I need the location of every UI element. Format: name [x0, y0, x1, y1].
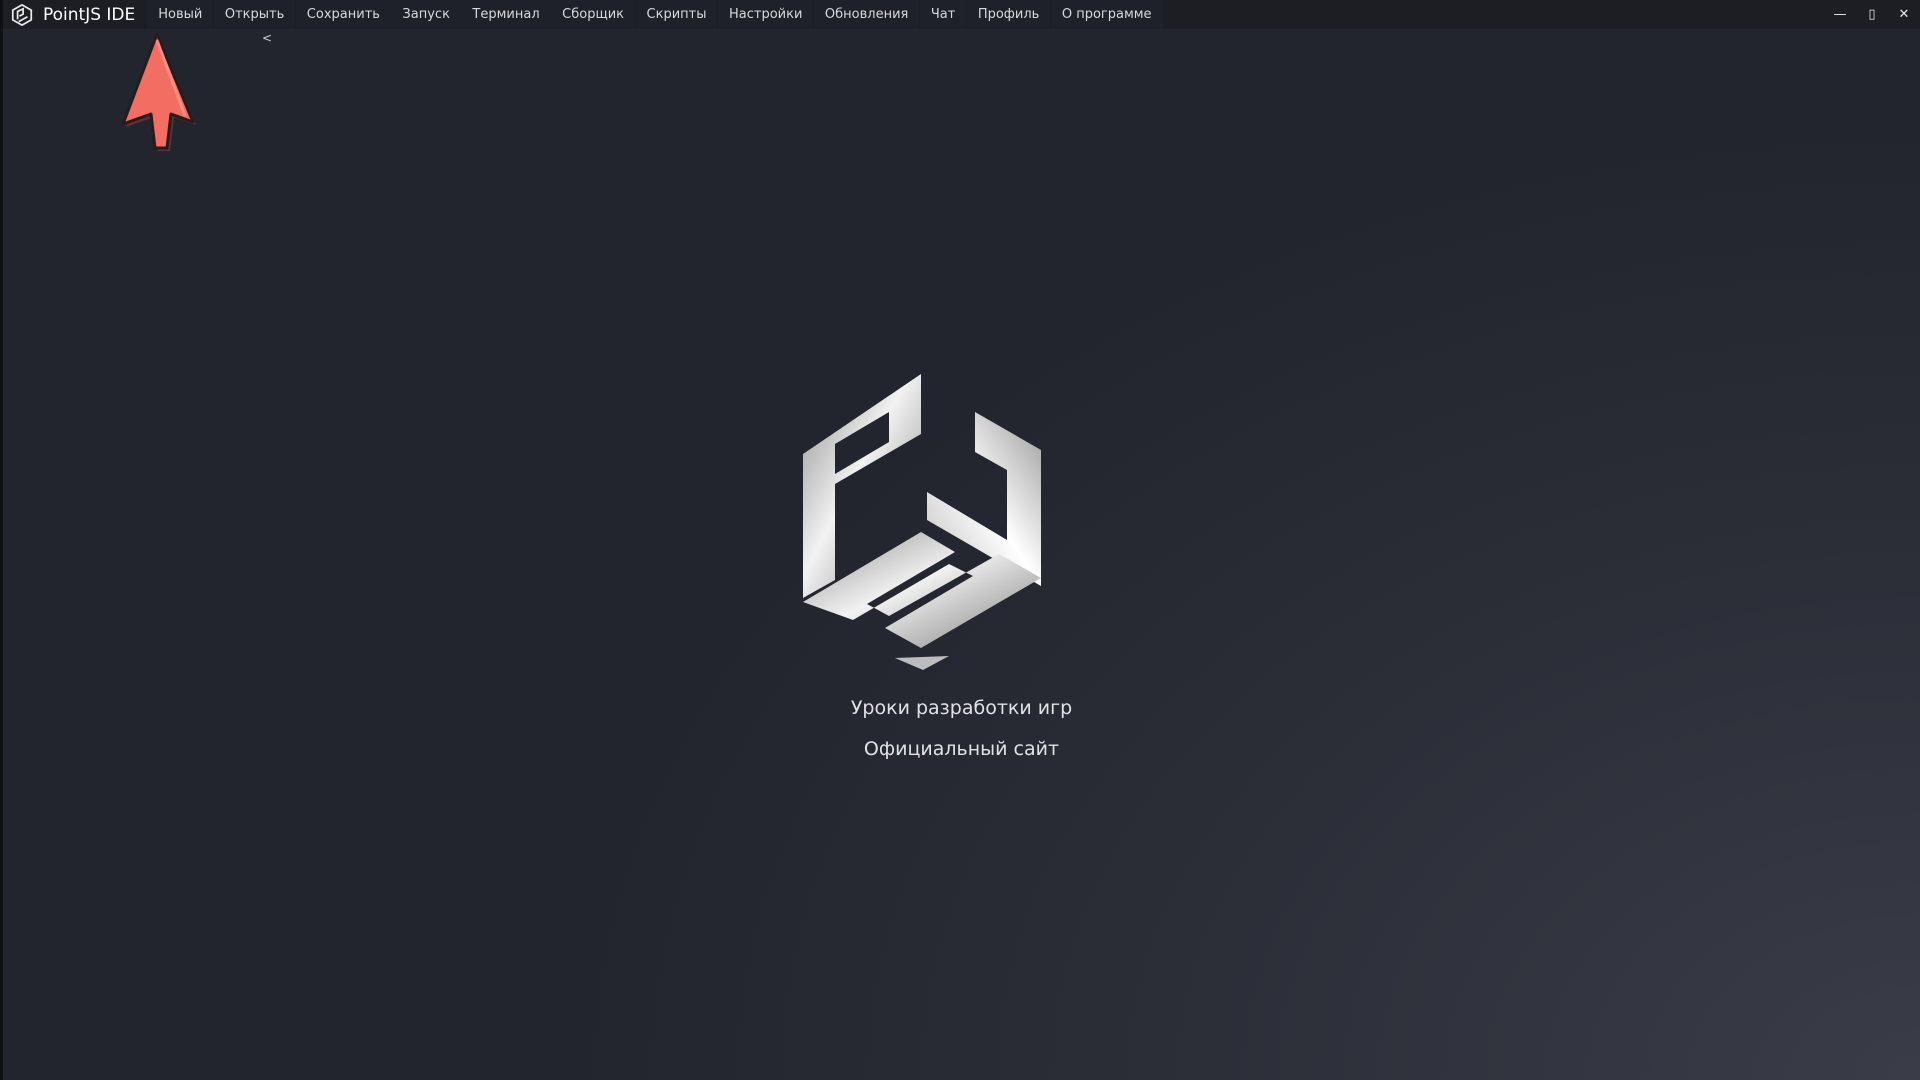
welcome-links: Уроки разработки игр Официальный сайт [3, 688, 1920, 770]
lessons-link[interactable]: Уроки разработки игр [851, 688, 1072, 729]
menu-bar: PointJS IDE Новый Открыть Сохранить Запу… [3, 0, 1920, 29]
app-window: PointJS IDE Новый Открыть Сохранить Запу… [0, 0, 1920, 1080]
minimize-button[interactable]: — [1824, 0, 1856, 29]
menu-profile[interactable]: Профиль [966, 0, 1051, 29]
menu-save[interactable]: Сохранить [295, 0, 391, 29]
arrow-pointer-icon [115, 30, 199, 154]
app-title: PointJS IDE [43, 4, 136, 25]
sidebar-collapse-toggle[interactable]: < [262, 31, 272, 45]
maximize-button[interactable]: ▯ [1856, 0, 1888, 29]
close-button[interactable]: ✕ [1888, 0, 1920, 29]
menu-scripts[interactable]: Скрипты [635, 0, 718, 29]
menu-run[interactable]: Запуск [391, 0, 461, 29]
menu-settings[interactable]: Настройки [717, 0, 814, 29]
menu-chat[interactable]: Чат [919, 0, 967, 29]
pointjs-logo-icon [5, 0, 39, 29]
menu-updates[interactable]: Обновления [813, 0, 920, 29]
official-site-link[interactable]: Официальный сайт [864, 729, 1059, 770]
pointjs-logo [799, 374, 1045, 670]
menu-terminal[interactable]: Терминал [461, 0, 551, 29]
menu-open[interactable]: Открыть [213, 0, 296, 29]
window-controls: — ▯ ✕ [1824, 0, 1920, 29]
menu-builder[interactable]: Сборщик [551, 0, 636, 29]
menu-about[interactable]: О программе [1050, 0, 1163, 29]
menu-new[interactable]: Новый [147, 0, 214, 29]
